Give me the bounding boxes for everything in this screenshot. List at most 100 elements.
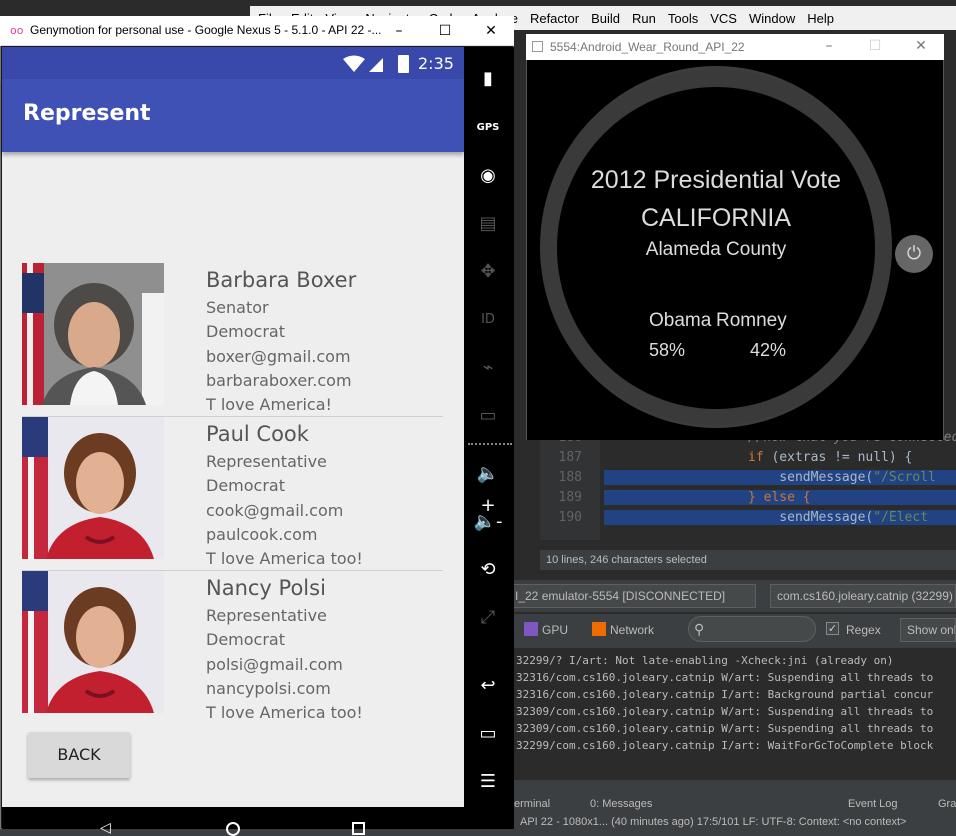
network-tab[interactable]: Network	[610, 623, 654, 637]
wear-window-title: 5554:Android_Wear_Round_API_22	[550, 40, 745, 54]
gpu-tab[interactable]: GPU	[542, 623, 568, 637]
tab-gradle[interactable]: Gra	[938, 798, 956, 810]
portrait-image	[22, 571, 164, 713]
wear-app-icon	[532, 41, 543, 52]
rep-party: Democrat	[206, 476, 285, 495]
network-icon	[592, 622, 606, 636]
rotate-icon[interactable]: ⟲	[472, 554, 504, 586]
device-id-icon: ID	[472, 304, 504, 336]
show-only-combo[interactable]: Show onl	[900, 618, 956, 642]
package-combo[interactable]: com.cs160.joleary.catnip (32299)	[770, 584, 956, 608]
rep-name: Nancy Polsi	[206, 576, 326, 600]
wear-close-icon[interactable]: ✕	[912, 37, 930, 55]
code-string: "/Elect	[873, 510, 929, 525]
rep-party: Democrat	[206, 322, 285, 341]
menu-build[interactable]: Build	[591, 11, 620, 26]
back-button[interactable]: BACK	[28, 732, 130, 778]
log-line: 32309/com.cs160.joleary.catnip W/art: Su…	[516, 722, 934, 735]
rep-tweet: T love America too!	[206, 549, 363, 568]
recent-apps-icon[interactable]: ▭	[472, 718, 504, 750]
menu-refactor[interactable]: Refactor	[530, 11, 579, 26]
rep-photo[interactable]	[22, 417, 164, 559]
rep-name: Barbara Boxer	[206, 268, 357, 292]
remote-control-icon: ✥	[480, 261, 496, 282]
cell-signal-icon	[369, 58, 383, 72]
line-number: 188	[558, 470, 582, 485]
code-text: (extras != null) {	[763, 450, 913, 465]
code-string: "/Scroll	[873, 470, 936, 485]
genymotion-logo-icon: oo	[10, 24, 24, 37]
rep-title: Representative	[206, 452, 327, 471]
network-rss-icon: ⌁	[482, 357, 494, 378]
code-keyword: if	[748, 450, 764, 465]
menu-help[interactable]: Help	[807, 11, 834, 26]
code-line: if (extras != null) {	[748, 450, 912, 465]
minimize-icon[interactable]: –	[390, 22, 408, 40]
candidate-romney: Romney	[716, 310, 787, 331]
line-number: 187	[558, 450, 582, 465]
romney-percent: 42%	[750, 340, 787, 360]
status-time: 2:35	[418, 54, 454, 73]
menu-run[interactable]: Run	[632, 11, 656, 26]
rep-tweet: T love America too!	[206, 703, 363, 722]
vote-heading: 2012 Presidential Vote	[590, 166, 842, 194]
rep-email[interactable]: polsi@gmail.com	[206, 655, 343, 674]
log-line: 32309/com.cs160.joleary.catnip W/art: Su…	[516, 705, 934, 718]
power-icon[interactable]: ⏻	[895, 235, 933, 273]
menu-vcs[interactable]: VCS	[710, 11, 737, 26]
wear-minimize-icon[interactable]: –	[820, 37, 838, 55]
gps-label: GPS	[476, 122, 500, 133]
wear-maximize-icon: ☐	[868, 38, 882, 54]
gps-icon[interactable]: GPS	[472, 112, 504, 144]
volume-up-icon[interactable]: 🔈+	[472, 458, 504, 516]
code-line-selected: sendMessage("/Elect	[604, 510, 956, 525]
pixel-perfect-icon: ⤢	[480, 607, 496, 628]
rep-tweet: T love America!	[206, 395, 332, 414]
search-icon: ⚲	[694, 621, 705, 637]
portrait-image	[22, 417, 164, 559]
nav-home-icon[interactable]	[226, 822, 240, 836]
close-icon[interactable]: ✕	[482, 22, 500, 40]
menu-key-icon[interactable]: ☰	[472, 766, 504, 798]
menu-tools[interactable]: Tools	[668, 11, 698, 26]
rep-photo[interactable]	[22, 263, 164, 405]
horizontal-scrollbar[interactable]	[514, 780, 956, 793]
wifi-icon	[343, 55, 365, 72]
signal-icons	[343, 55, 383, 72]
webcam-icon[interactable]: ◉	[472, 160, 504, 192]
battery-widget-icon[interactable]: ▮	[472, 63, 504, 95]
logcat-search-input[interactable]	[688, 616, 816, 642]
tab-terminal[interactable]: erminal	[514, 798, 550, 810]
rep-website[interactable]: nancypolsi.com	[206, 679, 331, 698]
tab-event-log[interactable]: Event Log	[848, 798, 898, 810]
code-line-selected: } else {	[604, 490, 956, 505]
code-text: sendMessage(	[748, 470, 874, 485]
screencast-icon: ▤	[479, 213, 497, 234]
rep-email[interactable]: boxer@gmail.com	[206, 347, 351, 366]
menu-window[interactable]: Window	[749, 11, 795, 26]
rep-party: Democrat	[206, 630, 285, 649]
rep-photo[interactable]	[22, 571, 164, 713]
maximize-icon[interactable]: ☐	[436, 22, 454, 40]
rep-website[interactable]: paulcook.com	[206, 525, 317, 544]
log-line: 32299/? I/art: Not late-enabling -Xcheck…	[516, 654, 894, 667]
log-line: 32316/com.cs160.joleary.catnip W/art: Su…	[516, 671, 934, 684]
volume-down-icon[interactable]: 🔈-	[472, 506, 504, 538]
line-number: 189	[558, 490, 582, 505]
code-text: } else {	[748, 490, 811, 505]
regex-checkbox[interactable]: ✓	[826, 622, 839, 635]
back-key-icon[interactable]: ↩	[472, 670, 504, 702]
rep-title: Senator	[206, 298, 269, 317]
tab-messages[interactable]: 0: Messages	[590, 798, 652, 810]
obama-percent: 58%	[649, 340, 686, 360]
rep-website[interactable]: barbaraboxer.com	[206, 371, 352, 390]
regex-label: Regex	[846, 623, 881, 637]
rep-name: Paul Cook	[206, 422, 309, 446]
device-combo[interactable]: I_22 emulator-5554 [DISCONNECTED]	[508, 584, 756, 608]
ide-statusbar: API 22 - 1080x1... (40 minutes ago) 17:5…	[514, 815, 956, 829]
rep-email[interactable]: cook@gmail.com	[206, 501, 343, 520]
nav-back-icon[interactable]: ◁	[100, 820, 111, 836]
log-line: 32299/com.cs160.joleary.catnip I/art: Wa…	[516, 739, 934, 752]
id-label: ID	[481, 312, 495, 327]
line-number: 190	[558, 510, 582, 525]
